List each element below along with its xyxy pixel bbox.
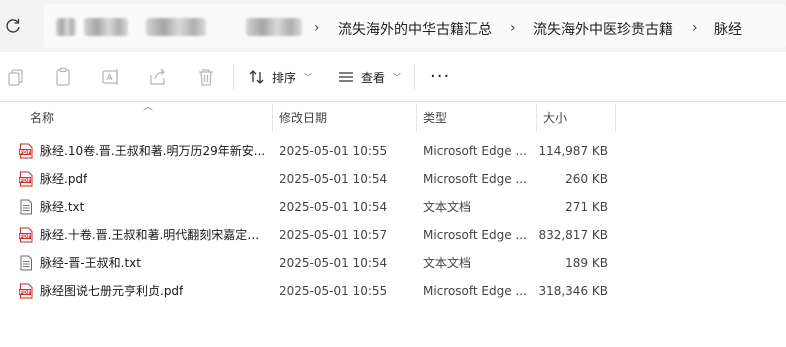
blurred-path-segment <box>56 18 76 36</box>
file-modified: 2025-05-01 10:55 <box>279 144 388 158</box>
file-type: 文本文档 <box>423 200 472 214</box>
file-type: Microsoft Edge ... <box>423 172 527 186</box>
address-bar-row: › 流失海外的中华古籍汇总 › 流失海外中医珍贵古籍 › 脉经 <box>0 0 786 52</box>
file-row[interactable]: PDF 脉经.十卷.晋.王叔和著.明代翻刻宋嘉定时... 2025-05-01 … <box>0 221 786 249</box>
file-size: 189 KB <box>565 256 608 270</box>
svg-text:PDF: PDF <box>19 234 30 240</box>
copy-icon[interactable] <box>6 66 28 88</box>
column-header-size[interactable]: 大小 <box>537 104 616 132</box>
breadcrumb-separator[interactable]: › <box>314 20 320 36</box>
file-row[interactable]: 脉经-晋-王叔和.txt 2025-05-01 10:54 文本文档 189 K… <box>0 249 786 277</box>
delete-icon[interactable] <box>195 66 217 88</box>
breadcrumb-separator[interactable]: › <box>510 20 516 36</box>
file-name: 脉经.txt <box>40 200 85 214</box>
file-modified: 2025-05-01 10:54 <box>279 172 388 186</box>
text-file-icon <box>20 199 32 215</box>
file-row[interactable]: PDF 脉经.10卷.晋.王叔和著.明万历29年新安... 2025-05-01… <box>0 137 786 165</box>
file-type: Microsoft Edge ... <box>423 144 527 158</box>
file-name-cell: PDF 脉经.十卷.晋.王叔和著.明代翻刻宋嘉定时... <box>18 221 268 249</box>
blurred-path-segment <box>84 18 128 36</box>
file-type: Microsoft Edge ... <box>423 228 527 242</box>
pdf-icon: PDF <box>19 227 33 243</box>
file-modified: 2025-05-01 10:54 <box>279 200 388 214</box>
file-type: Microsoft Edge ... <box>423 284 527 298</box>
file-name-cell: PDF 脉经.10卷.晋.王叔和著.明万历29年新安... <box>18 137 268 165</box>
column-header-type[interactable]: 类型 <box>417 104 537 132</box>
share-icon[interactable] <box>147 66 169 88</box>
file-modified: 2025-05-01 10:54 <box>279 256 388 270</box>
file-modified: 2025-05-01 10:55 <box>279 284 388 298</box>
file-size: 318,346 KB <box>538 284 608 298</box>
more-options-button[interactable]: ··· <box>430 66 450 87</box>
breadcrumb-item[interactable]: 流失海外的中华古籍汇总 <box>338 19 492 39</box>
file-size: 114,987 KB <box>538 144 608 158</box>
chevron-down-icon: ﹀ <box>304 72 313 82</box>
file-name-cell: 脉经.txt <box>18 193 268 221</box>
view-icon <box>339 72 353 82</box>
sort-icon <box>249 70 264 84</box>
file-row[interactable]: PDF 脉经图说七册元亨利贞.pdf 2025-05-01 10:55 Micr… <box>0 277 786 305</box>
toolbar-divider <box>414 64 415 90</box>
file-row[interactable]: 脉经.txt 2025-05-01 10:54 文本文档 271 KB <box>0 193 786 221</box>
file-name-cell: PDF 脉经图说七册元亨利贞.pdf <box>18 277 268 305</box>
breadcrumb-item-current[interactable]: 脉经 <box>714 19 742 39</box>
refresh-icon[interactable] <box>4 17 22 35</box>
chevron-down-icon: ﹀ <box>393 72 402 82</box>
view-label: 查看 <box>361 70 386 85</box>
file-size: 271 KB <box>565 200 608 214</box>
file-name: 脉经-晋-王叔和.txt <box>40 256 141 270</box>
pdf-icon: PDF <box>19 283 33 299</box>
file-name-cell: 脉经-晋-王叔和.txt <box>18 249 268 277</box>
svg-text:PDF: PDF <box>19 178 30 184</box>
sort-label: 排序 <box>272 70 297 85</box>
toolbar-divider <box>233 64 234 90</box>
view-button[interactable]: 查看 ﹀ <box>337 66 401 88</box>
file-name: 脉经.10卷.晋.王叔和著.明万历29年新安... <box>40 144 266 158</box>
file-size: 832,817 KB <box>538 228 608 242</box>
column-header-modified[interactable]: 修改日期 <box>273 104 417 132</box>
breadcrumb-separator[interactable]: › <box>692 20 698 36</box>
breadcrumb-item[interactable]: 流失海外中医珍贵古籍 <box>533 19 673 39</box>
sort-button[interactable]: 排序 ﹀ <box>248 66 312 88</box>
file-name: 脉经图说七册元亨利贞.pdf <box>40 284 184 298</box>
paste-icon[interactable] <box>52 66 74 88</box>
address-bar[interactable]: › 流失海外的中华古籍汇总 › 流失海外中医珍贵古籍 › 脉经 <box>44 4 786 48</box>
text-file-icon <box>20 255 32 271</box>
file-list: PDF 脉经.10卷.晋.王叔和著.明万历29年新安... 2025-05-01… <box>0 137 786 305</box>
command-bar: 排序 ﹀ 查看 ﹀ ··· <box>0 52 786 102</box>
file-type: 文本文档 <box>423 256 472 270</box>
file-size: 260 KB <box>565 172 608 186</box>
file-name-cell: PDF 脉经.pdf <box>18 165 268 193</box>
file-row[interactable]: PDF 脉经.pdf 2025-05-01 10:54 Microsoft Ed… <box>0 165 786 193</box>
blurred-path-segment <box>146 18 206 36</box>
blurred-path-segment <box>246 18 302 36</box>
file-name: 脉经.pdf <box>40 172 88 186</box>
file-modified: 2025-05-01 10:57 <box>279 228 388 242</box>
file-name: 脉经.十卷.晋.王叔和著.明代翻刻宋嘉定时... <box>40 228 268 242</box>
pdf-icon: PDF <box>19 171 33 187</box>
svg-text:PDF: PDF <box>19 150 30 156</box>
svg-text:PDF: PDF <box>19 290 30 296</box>
pdf-icon: PDF <box>19 143 33 159</box>
rename-icon[interactable] <box>100 66 122 88</box>
column-header-row: ︿ 名称 修改日期 类型 大小 <box>0 102 786 132</box>
column-header-name[interactable]: 名称 <box>24 104 273 132</box>
